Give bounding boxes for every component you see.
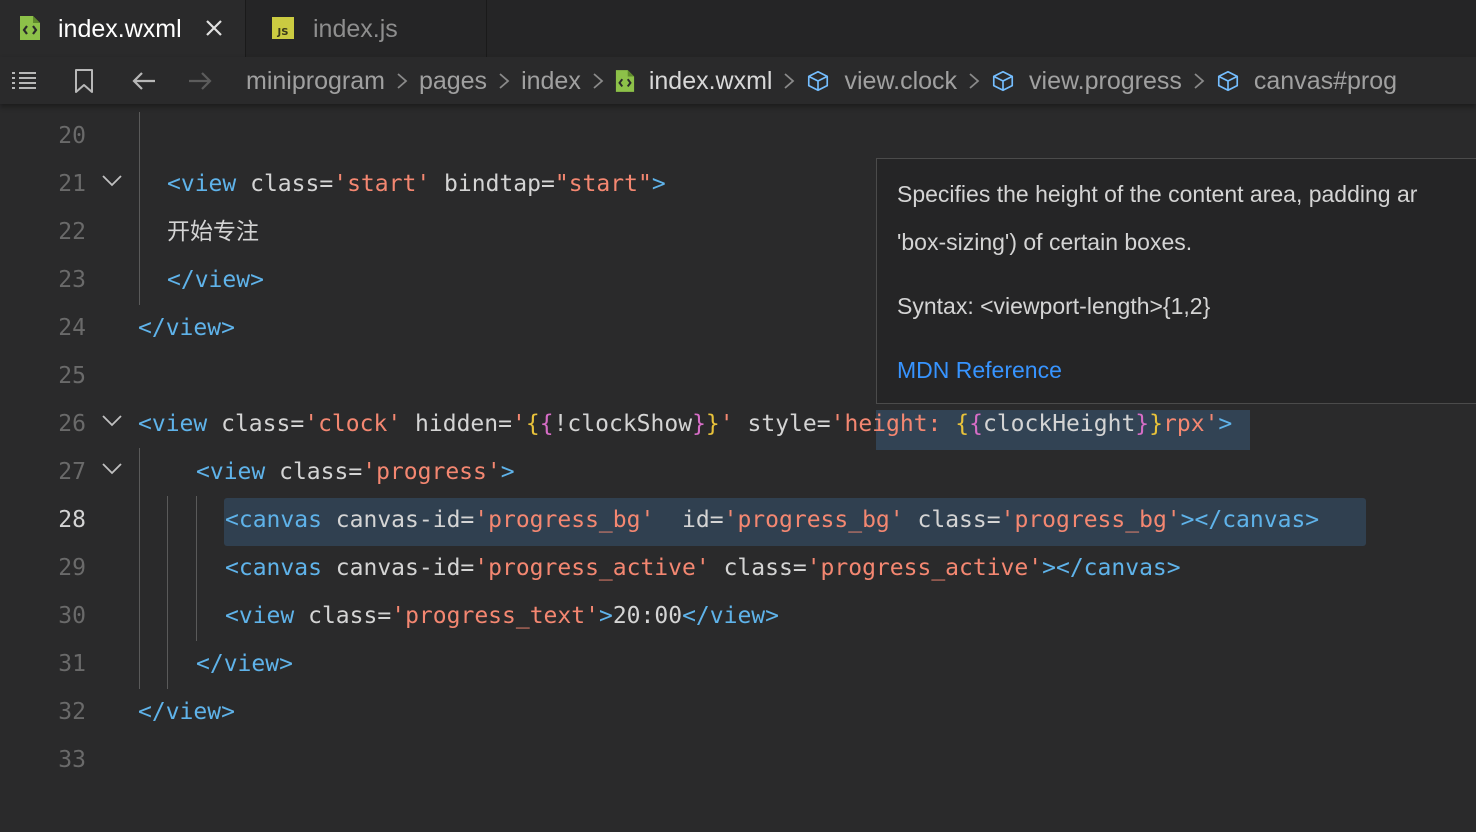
code-text: </view> [196, 651, 293, 677]
line-number: 22 [58, 219, 86, 245]
code-line: 29 <canvas canvas-id='progress_active' c… [0, 544, 1476, 592]
line-number: 28 [58, 507, 86, 533]
breadcrumb-item-index-wxml[interactable]: index.wxml [615, 66, 773, 96]
chevron-down-icon[interactable] [101, 413, 123, 429]
line-number: 31 [58, 651, 86, 677]
tab-label: index.js [313, 15, 398, 43]
code-line: 26 <view class='clock' hidden='{{!clockS… [0, 400, 1476, 448]
chevron-right-icon [593, 73, 604, 89]
list-icon[interactable] [10, 67, 38, 95]
code-line: 32 </view> [0, 688, 1476, 736]
breadcrumb-label: view.progress [1029, 66, 1182, 95]
cube-icon [1217, 70, 1238, 92]
line-number: 20 [58, 123, 86, 149]
breadcrumb-toolbar: miniprogram pages index index.wxml view.… [0, 57, 1476, 104]
code-text: <canvas canvas-id='progress_bg' id='prog… [225, 507, 1320, 533]
code-text: </view> [138, 699, 235, 725]
line-number: 24 [58, 315, 86, 341]
line-number: 26 [58, 411, 86, 437]
code-text: <view class='progress_text'>20:00</view> [225, 603, 780, 629]
breadcrumb-item-pages[interactable]: pages [419, 67, 487, 96]
line-number: 21 [58, 171, 86, 197]
breadcrumb-label: index [521, 66, 581, 95]
chevron-right-icon [499, 73, 510, 89]
tab-bar: index.wxml JS index.js [0, 0, 1476, 57]
code-line: 30 <view class='progress_text'>20:00</vi… [0, 592, 1476, 640]
line-number: 32 [58, 699, 86, 725]
code-text: </view> [167, 267, 264, 293]
tab-label: index.wxml [58, 15, 182, 43]
cube-icon [992, 70, 1014, 92]
breadcrumb-label: miniprogram [246, 66, 385, 95]
code-line-active: 28 <canvas canvas-id='progress_bg' id='p… [0, 496, 1476, 544]
tooltip-description-cont: 'box-sizing') of certain boxes. [897, 229, 1193, 255]
breadcrumb-label: canvas#prog [1253, 66, 1398, 95]
wxml-file-icon [20, 16, 40, 40]
chevron-down-icon[interactable] [101, 461, 123, 477]
forward-arrow-icon[interactable] [186, 67, 214, 95]
wxml-file-icon [615, 70, 634, 92]
code-text: </view> [138, 315, 235, 341]
breadcrumb-label: pages [418, 66, 488, 95]
code-line: 33 [0, 736, 1476, 784]
chevron-right-icon [1194, 73, 1205, 89]
line-number: 27 [58, 459, 86, 485]
breadcrumb-label: view.clock [844, 66, 958, 95]
mdn-reference-link[interactable]: MDN Reference [897, 356, 1062, 384]
tooltip-description: Specifies the height of the content area… [897, 181, 1418, 207]
code-line: 20 [0, 112, 1476, 160]
breadcrumb-item-miniprogram[interactable]: miniprogram [246, 67, 385, 96]
bookmark-icon[interactable] [70, 67, 98, 95]
code-text: <view class='start' bindtap="start"> [167, 171, 666, 197]
breadcrumb-item-canvas[interactable]: canvas#prog [1216, 67, 1397, 96]
svg-text:JS: JS [277, 27, 289, 38]
code-line: 31 </view> [0, 640, 1476, 688]
line-number: 33 [58, 747, 86, 773]
line-number: 25 [58, 363, 86, 389]
code-text: <canvas canvas-id='progress_active' clas… [225, 555, 1181, 581]
chevron-right-icon [969, 73, 980, 89]
breadcrumb-item-view-progress[interactable]: view.progress [991, 67, 1182, 96]
breadcrumb-label: index.wxml [648, 66, 773, 95]
code-line: 27 <view class='progress'> [0, 448, 1476, 496]
line-number: 29 [58, 555, 86, 581]
js-file-icon: JS [272, 17, 294, 39]
code-text: <view class='clock' hidden='{{!clockShow… [138, 411, 1233, 437]
code-text: <view class='progress'> [196, 459, 515, 485]
back-arrow-icon[interactable] [130, 67, 158, 95]
breadcrumb-item-index[interactable]: index [521, 67, 581, 96]
tab-index-wxml[interactable]: index.wxml [0, 0, 245, 57]
chevron-right-icon [784, 73, 795, 89]
line-number: 30 [58, 603, 86, 629]
tab-index-js[interactable]: JS index.js [245, 0, 487, 57]
chevron-right-icon [397, 73, 408, 89]
line-number: 23 [58, 267, 86, 293]
code-text: 开始专注 [167, 219, 259, 245]
hover-tooltip: Specifies the height of the content area… [876, 158, 1476, 404]
tooltip-syntax: Syntax: <viewport-length>{1,2} [897, 293, 1211, 319]
chevron-down-icon[interactable] [101, 173, 123, 189]
cube-icon [808, 70, 829, 92]
breadcrumb-item-view-clock[interactable]: view.clock [806, 67, 957, 96]
close-icon[interactable] [203, 17, 225, 39]
breadcrumb: miniprogram pages index index.wxml view.… [246, 65, 1397, 97]
